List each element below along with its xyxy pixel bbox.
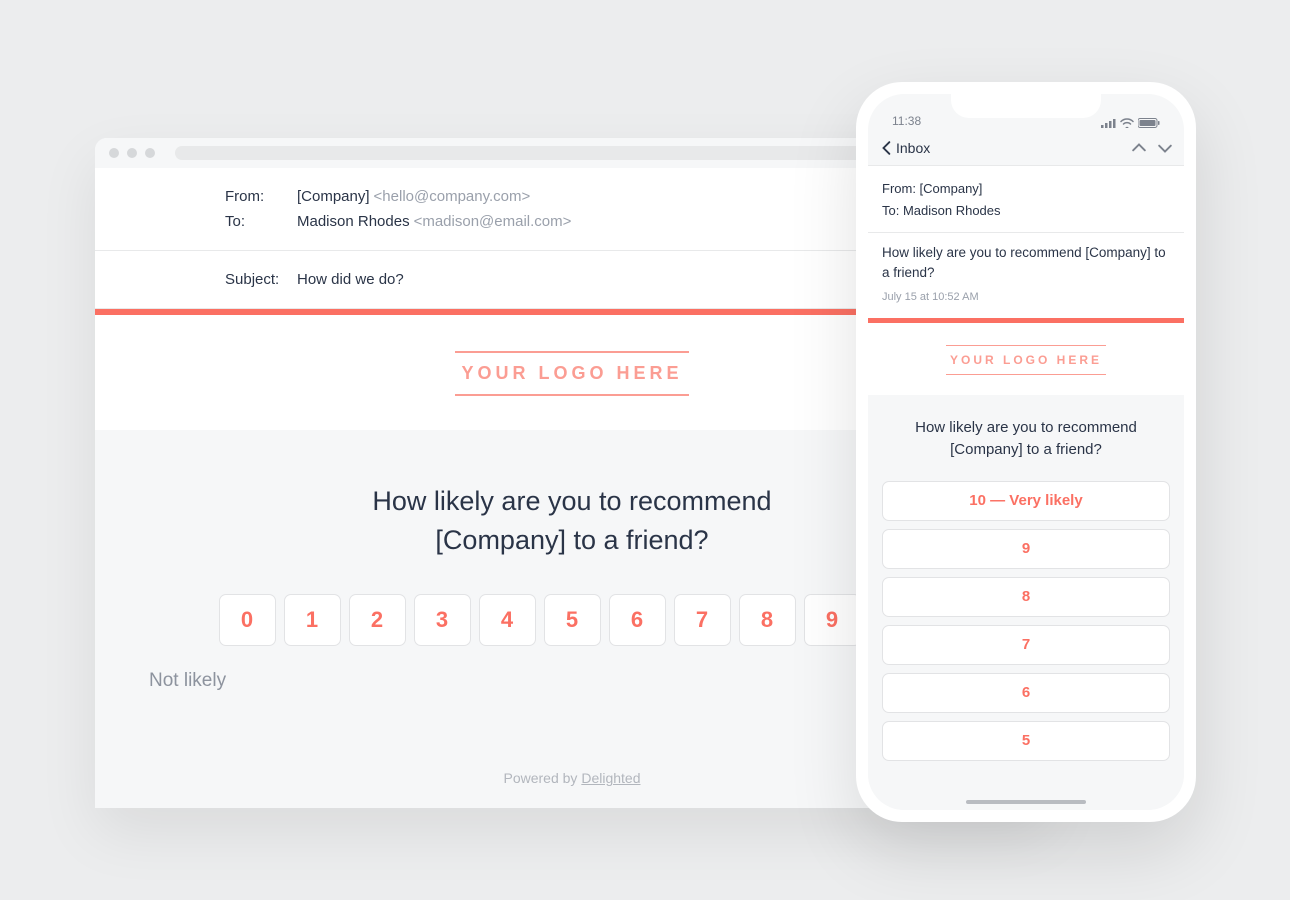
mobile-subject: How likely are you to recommend [Company… (882, 243, 1170, 282)
powered-by-link[interactable]: Delighted (581, 770, 640, 786)
to-label: To: (225, 213, 297, 230)
signal-icon (1101, 118, 1116, 128)
powered-by-prefix: Powered by (504, 770, 582, 786)
chevron-left-icon (880, 141, 894, 155)
mobile-to-line: To: Madison Rhodes (882, 200, 1170, 222)
status-time: 11:38 (892, 114, 921, 128)
subject-label: Subject: (225, 271, 297, 288)
traffic-light-dot (145, 148, 155, 158)
nps-5-button[interactable]: 5 (544, 594, 601, 646)
nps-9-button[interactable]: 9 (804, 594, 861, 646)
back-label: Inbox (896, 140, 930, 156)
from-label: From: (225, 188, 297, 205)
survey-question: How likely are you to recommend [Company… (312, 482, 832, 560)
nps-8-button[interactable]: 8 (739, 594, 796, 646)
mobile-timestamp: July 15 at 10:52 AM (882, 290, 1170, 306)
mobile-nps-survey: How likely are you to recommend [Company… (868, 395, 1184, 810)
mobile-email-preview: 11:38 Inbox From: [Company] To: Madison … (856, 82, 1196, 822)
prev-message-icon[interactable] (1132, 141, 1146, 155)
nps-9-pill[interactable]: 9 (882, 529, 1170, 569)
logo-placeholder: YOUR LOGO HERE (946, 345, 1106, 375)
logo-placeholder: YOUR LOGO HERE (455, 351, 688, 396)
subject-value: How did we do? (297, 271, 404, 288)
traffic-light-dot (109, 148, 119, 158)
mail-subject-block: How likely are you to recommend [Company… (868, 233, 1184, 318)
from-address: <hello@company.com> (374, 188, 531, 205)
to-name: Madison Rhodes (297, 213, 410, 230)
battery-icon (1138, 118, 1160, 128)
not-likely-label: Not likely (149, 670, 226, 692)
nps-7-pill[interactable]: 7 (882, 625, 1170, 665)
mail-header: From: [Company] To: Madison Rhodes (868, 166, 1184, 233)
mail-nav-bar: Inbox (868, 130, 1184, 166)
to-address: <madison@email.com> (414, 213, 572, 230)
home-indicator (966, 800, 1086, 804)
mobile-from-line: From: [Company] (882, 178, 1170, 200)
nps-1-button[interactable]: 1 (284, 594, 341, 646)
status-icons (1101, 118, 1160, 128)
next-message-icon[interactable] (1158, 141, 1172, 155)
nps-2-button[interactable]: 2 (349, 594, 406, 646)
traffic-light-dot (127, 148, 137, 158)
wifi-icon (1120, 118, 1134, 128)
nps-0-button[interactable]: 0 (219, 594, 276, 646)
back-to-inbox-button[interactable]: Inbox (880, 140, 930, 156)
phone-notch (951, 94, 1101, 118)
nps-8-pill[interactable]: 8 (882, 577, 1170, 617)
phone-screen: 11:38 Inbox From: [Company] To: Madison … (868, 94, 1184, 810)
nps-5-pill[interactable]: 5 (882, 721, 1170, 761)
mobile-survey-question: How likely are you to recommend [Company… (882, 417, 1170, 461)
nps-3-button[interactable]: 3 (414, 594, 471, 646)
nps-4-button[interactable]: 4 (479, 594, 536, 646)
logo-area: YOUR LOGO HERE (868, 323, 1184, 395)
from-name: [Company] (297, 188, 370, 205)
nps-6-button[interactable]: 6 (609, 594, 666, 646)
nps-10-pill[interactable]: 10 — Very likely (882, 481, 1170, 521)
nps-6-pill[interactable]: 6 (882, 673, 1170, 713)
nps-7-button[interactable]: 7 (674, 594, 731, 646)
